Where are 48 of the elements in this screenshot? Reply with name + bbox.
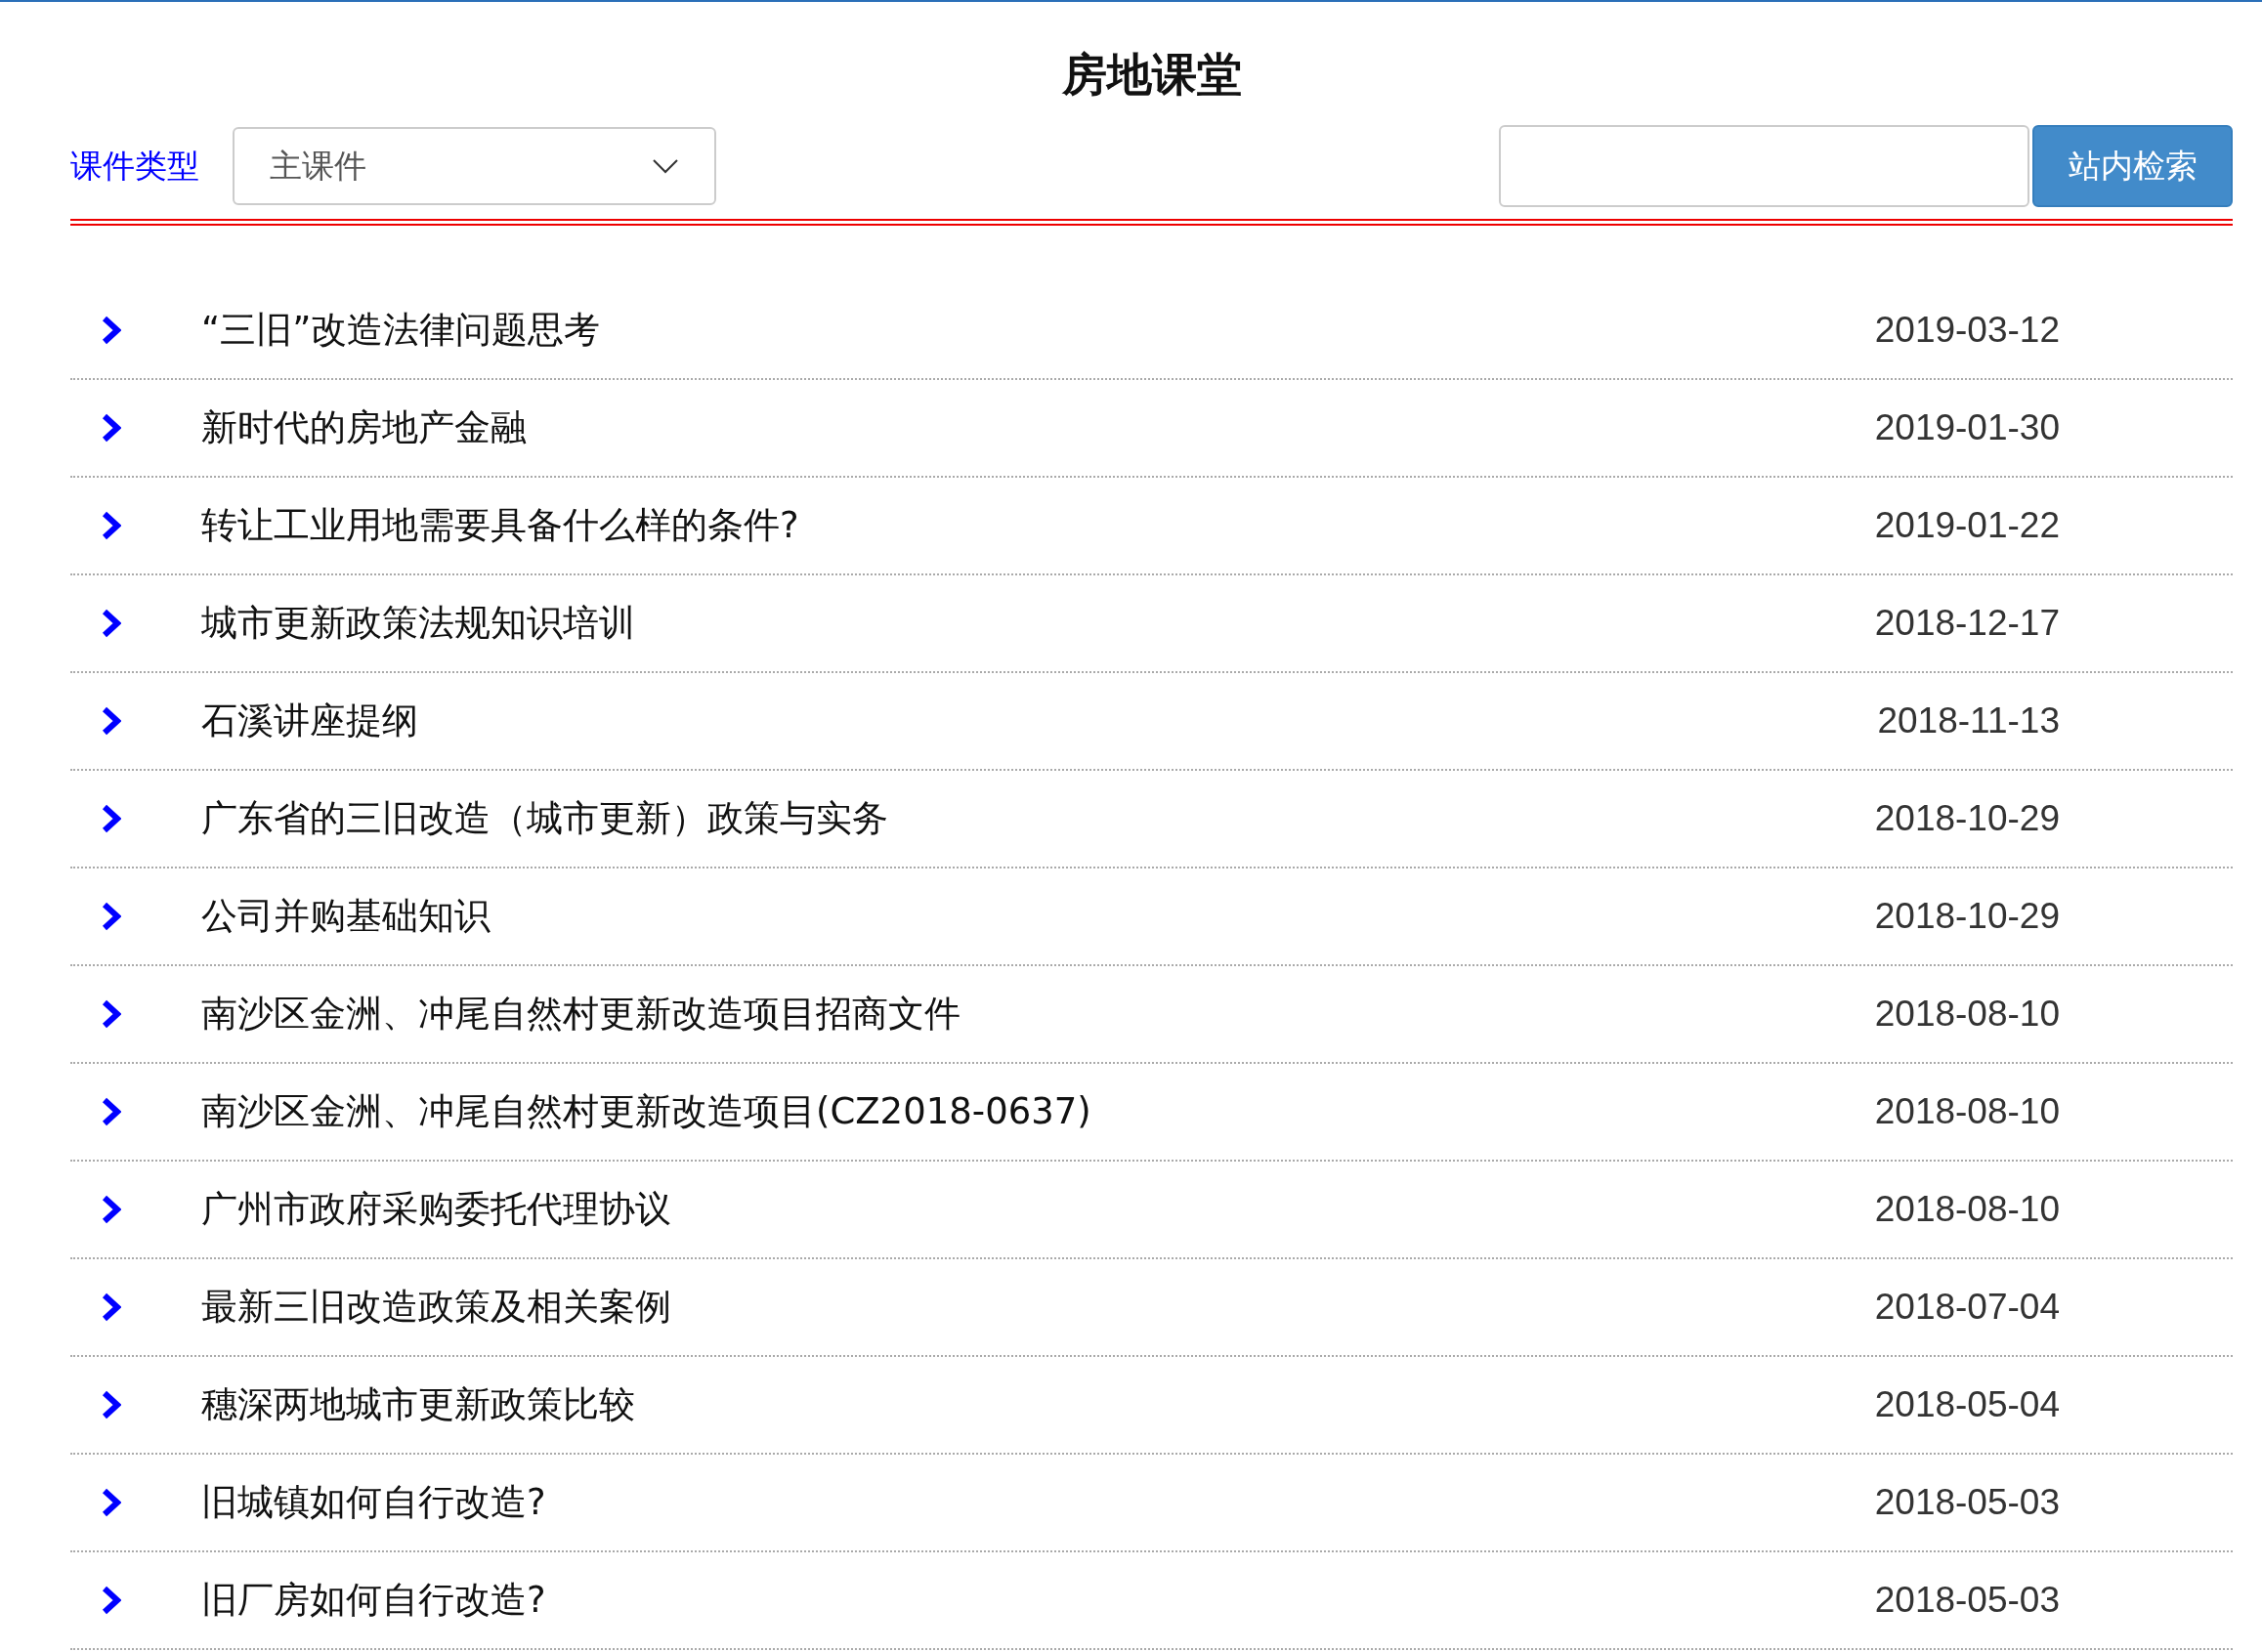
- page-title: 房地课堂: [1060, 47, 1243, 103]
- course-date: 2018-12-17: [1874, 603, 2060, 644]
- course-link[interactable]: 公司并购基础知识: [201, 892, 1875, 941]
- course-date: 2018-10-29: [1874, 896, 2060, 937]
- course-date: 2018-10-29: [1874, 798, 2060, 839]
- chevron-right-icon: [102, 1097, 121, 1126]
- chevron-right-icon: [102, 413, 121, 443]
- course-link[interactable]: 南沙区金洲、冲尾自然村更新改造项目招商文件: [201, 990, 1875, 1038]
- course-date: 2018-05-03: [1874, 1482, 2060, 1523]
- course-type-dropdown[interactable]: 主课件: [233, 127, 716, 205]
- chevron-right-icon: [102, 1292, 121, 1322]
- chevron-right-icon: [102, 1586, 121, 1615]
- course-date: 2018-08-10: [1874, 1091, 2060, 1132]
- course-date: 2018-08-10: [1874, 994, 2060, 1035]
- chevron-right-icon: [102, 902, 121, 931]
- course-link[interactable]: 城市更新政策法规知识培训: [201, 599, 1875, 648]
- course-link[interactable]: 南沙区金洲、冲尾自然村更新改造项目(CZ2018-0637): [201, 1087, 1875, 1136]
- course-link[interactable]: 广东省的三旧改造（城市更新）政策与实务: [201, 794, 1875, 843]
- chevron-right-icon: [102, 1390, 121, 1419]
- course-link[interactable]: 穗深两地城市更新政策比较: [201, 1380, 1875, 1429]
- course-link[interactable]: 最新三旧改造政策及相关案例: [201, 1283, 1875, 1332]
- chevron-right-icon: [102, 706, 121, 736]
- filter-label: 课件类型: [70, 145, 199, 187]
- chevron-right-icon: [102, 511, 121, 540]
- course-date: 2019-01-22: [1874, 505, 2060, 546]
- chevron-right-icon: [102, 609, 121, 638]
- course-date: 2019-03-12: [1874, 310, 2060, 351]
- course-date: 2018-05-04: [1874, 1384, 2060, 1425]
- course-date: 2018-11-13: [1877, 700, 2060, 741]
- search-button[interactable]: 站内检索: [2032, 125, 2233, 207]
- course-date: 2019-01-30: [1874, 407, 2060, 448]
- chevron-down-icon: [652, 158, 679, 174]
- chevron-right-icon: [102, 316, 121, 345]
- course-link[interactable]: 石溪讲座提纲: [201, 697, 1878, 745]
- course-date: 2018-07-04: [1874, 1287, 2060, 1328]
- course-link[interactable]: 广州市政府采购委托代理协议: [201, 1185, 1875, 1234]
- course-link[interactable]: 新时代的房地产金融: [201, 403, 1875, 452]
- course-link[interactable]: “三旧”改造法律问题思考: [201, 306, 1875, 355]
- chevron-right-icon: [102, 999, 121, 1029]
- course-link[interactable]: 旧城镇如何自行改造?: [201, 1478, 1875, 1527]
- course-link[interactable]: 旧厂房如何自行改造?: [201, 1576, 1875, 1625]
- search-field[interactable]: [1499, 125, 2029, 207]
- chevron-right-icon: [102, 1488, 121, 1517]
- chevron-right-icon: [102, 1195, 121, 1224]
- chevron-right-icon: [102, 804, 121, 833]
- course-date: 2018-05-03: [1874, 1580, 2060, 1621]
- course-date: 2018-08-10: [1874, 1189, 2060, 1230]
- course-link[interactable]: 转让工业用地需要具备什么样的条件?: [201, 501, 1875, 550]
